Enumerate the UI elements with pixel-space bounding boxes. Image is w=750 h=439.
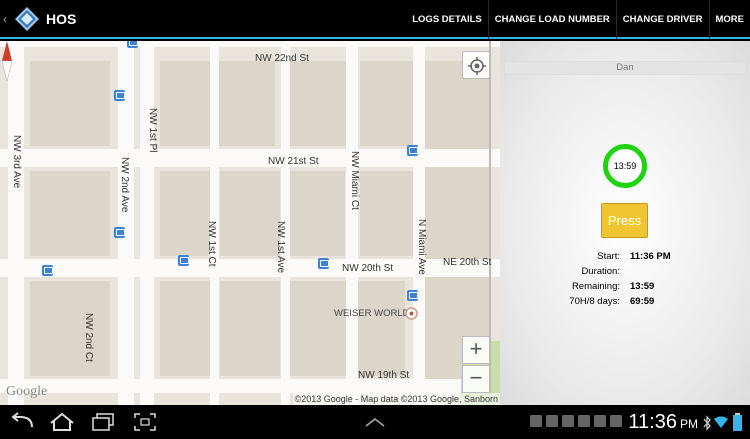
- street-label: NW 3rd Ave: [11, 135, 22, 189]
- recent-apps-icon[interactable]: [89, 411, 117, 433]
- bus-stop-icon[interactable]: [178, 255, 189, 266]
- chevron-up-icon[interactable]: [364, 417, 386, 427]
- bus-stop-icon[interactable]: [407, 145, 418, 156]
- stat-value: 69:59: [630, 296, 655, 307]
- change-driver-button[interactable]: CHANGE DRIVER: [615, 0, 709, 39]
- bus-stop-icon[interactable]: [127, 41, 138, 48]
- action-menu: LOGS DETAILS CHANGE LOAD NUMBER CHANGE D…: [406, 0, 750, 39]
- sd-card-notification-icon: [610, 415, 622, 427]
- home-icon[interactable]: [48, 411, 76, 433]
- my-location-button[interactable]: [462, 51, 490, 79]
- press-button[interactable]: Press: [601, 203, 648, 238]
- change-load-number-button[interactable]: CHANGE LOAD NUMBER: [487, 0, 616, 39]
- bus-stop-icon[interactable]: [114, 90, 125, 101]
- street-label: NE 20th St: [443, 257, 492, 268]
- stat-value: 13:59: [630, 281, 655, 292]
- google-logo: Google: [6, 384, 48, 399]
- zoom-in-button[interactable]: +: [462, 336, 490, 364]
- street-label: NW 2nd Ave: [119, 157, 130, 213]
- stat-label: Start:: [597, 251, 620, 262]
- app-logo-icon[interactable]: [14, 6, 40, 32]
- app-title: HOS: [46, 11, 77, 27]
- more-button[interactable]: MORE: [708, 0, 750, 39]
- zoom-out-button[interactable]: −: [462, 365, 490, 393]
- stat-value: 11:36 PM: [630, 251, 671, 262]
- bus-stop-icon[interactable]: [407, 290, 418, 301]
- map-view[interactable]: NW 22nd St NW 21st St NW 20th St NE 20th…: [0, 41, 500, 405]
- stats-list: Start: 11:36 PM Duration: Remaining: 13:…: [500, 251, 750, 311]
- stat-row-70h-8days: 70H/8 days: 69:59: [500, 296, 750, 311]
- gmail-notification-icon: [578, 415, 590, 427]
- stat-row-remaining: Remaining: 13:59: [500, 281, 750, 296]
- screenshot-icon[interactable]: [131, 411, 159, 433]
- poi-marker-icon[interactable]: [405, 307, 418, 320]
- download-notification-icon: [562, 415, 574, 427]
- street-label: NW 2nd Ct: [83, 313, 94, 362]
- stat-row-duration: Duration:: [500, 266, 750, 281]
- battery-icon: [733, 413, 742, 431]
- clock-ampm: PM: [680, 417, 698, 431]
- bluetooth-icon: [703, 415, 711, 431]
- remaining-timer: 13:59: [603, 144, 647, 188]
- poi-label[interactable]: WEISER WORLD: [334, 308, 409, 319]
- notification-icons[interactable]: [530, 415, 622, 427]
- action-bar: ‹ HOS LOGS DETAILS CHANGE LOAD NUMBER CH…: [0, 0, 750, 39]
- bus-stop-icon[interactable]: [42, 265, 53, 276]
- system-clock[interactable]: 11:36 PM: [628, 411, 698, 434]
- back-icon[interactable]: [8, 411, 36, 433]
- app-notification-icon: [530, 415, 542, 427]
- up-caret-icon[interactable]: ‹: [3, 12, 7, 26]
- street-label: NW 1st Ct: [206, 221, 217, 267]
- bus-stop-icon[interactable]: [114, 227, 125, 238]
- system-bar: 11:36 PM: [0, 405, 750, 439]
- street-label: NW 22nd St: [255, 53, 309, 64]
- message-notification-icon: [594, 415, 606, 427]
- street-label: NW 1st Ave: [275, 221, 286, 274]
- image-notification-icon: [546, 415, 558, 427]
- map-copyright: ©2013 Google - Map data ©2013 Google, Sa…: [292, 393, 500, 405]
- driver-name: Dan: [504, 61, 746, 75]
- stat-label: Duration:: [581, 266, 620, 277]
- compass-icon[interactable]: [0, 41, 14, 81]
- bus-stop-icon[interactable]: [318, 258, 329, 269]
- logs-details-button[interactable]: LOGS DETAILS: [406, 0, 488, 39]
- street-label: NW Miami Ct: [349, 151, 360, 210]
- stat-label: 70H/8 days:: [569, 296, 620, 307]
- hos-panel: Dan 13:59 Press Start: 11:36 PM Duration…: [500, 41, 750, 405]
- wifi-icon: [714, 416, 728, 428]
- stat-row-start: Start: 11:36 PM: [500, 251, 750, 266]
- street-label: NW 20th St: [342, 263, 394, 274]
- street-label: N Miami Ave: [416, 219, 427, 275]
- stat-label: Remaining:: [571, 281, 620, 292]
- street-label: NW 21st St: [268, 156, 319, 167]
- crosshair-icon: [468, 57, 486, 75]
- street-label: NW 19th St: [358, 370, 410, 381]
- street-label: NW 1st Pl: [147, 108, 158, 153]
